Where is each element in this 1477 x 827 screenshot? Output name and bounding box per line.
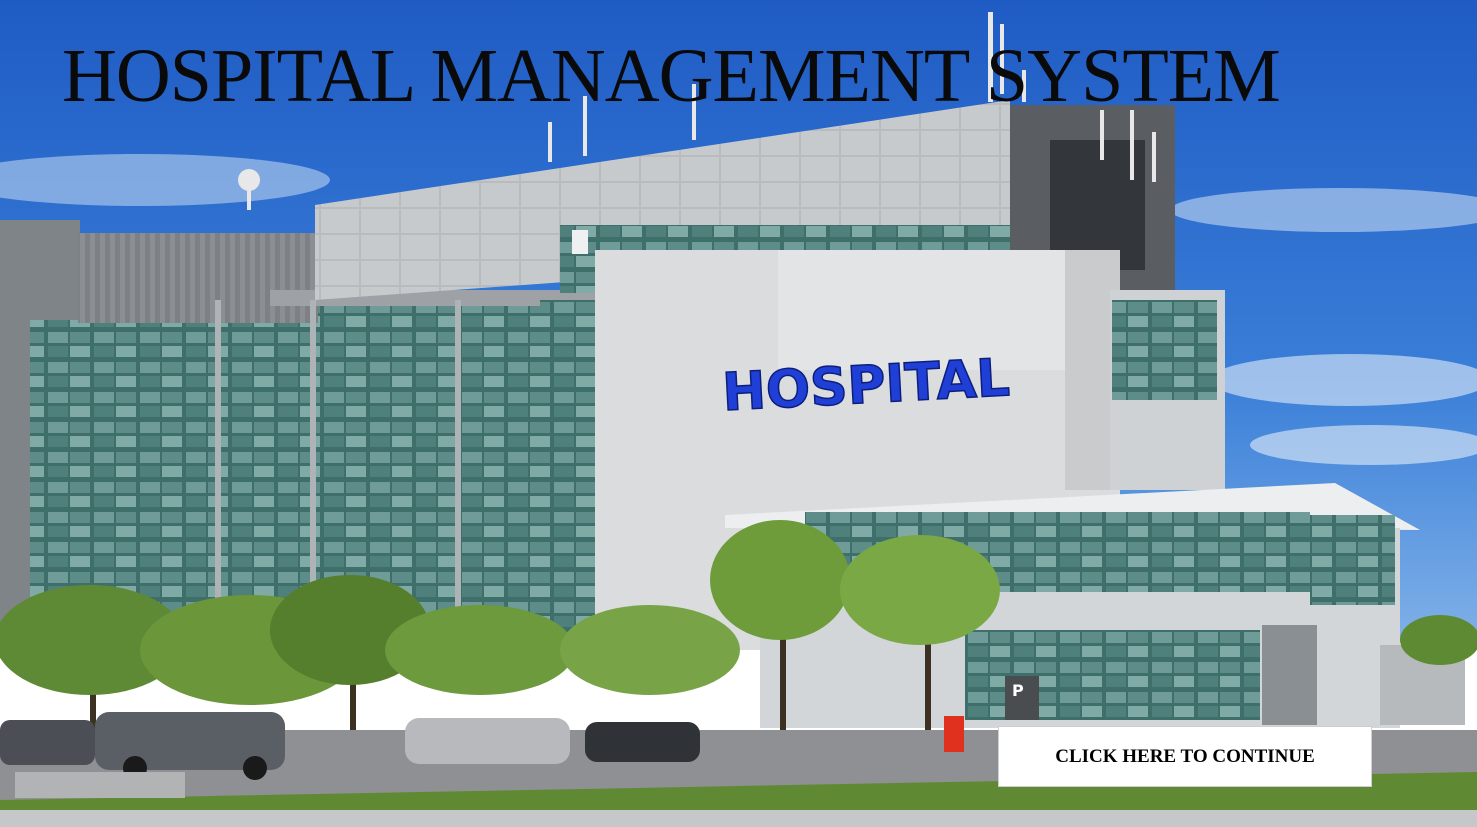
- continue-button[interactable]: CLICK HERE TO CONTINUE: [998, 726, 1372, 787]
- cloud: [1210, 354, 1477, 406]
- fire-hydrant: [944, 716, 964, 752]
- parking-sign: P: [1012, 681, 1024, 700]
- page-title: HOSPITAL MANAGEMENT SYSTEM: [62, 34, 1281, 118]
- hospital-welcome-screen: HOSPITAL P HOSPITAL MANAGEMENT SYSTEM CL…: [0, 0, 1477, 827]
- hospital-background-photo: HOSPITAL P: [0, 0, 1477, 827]
